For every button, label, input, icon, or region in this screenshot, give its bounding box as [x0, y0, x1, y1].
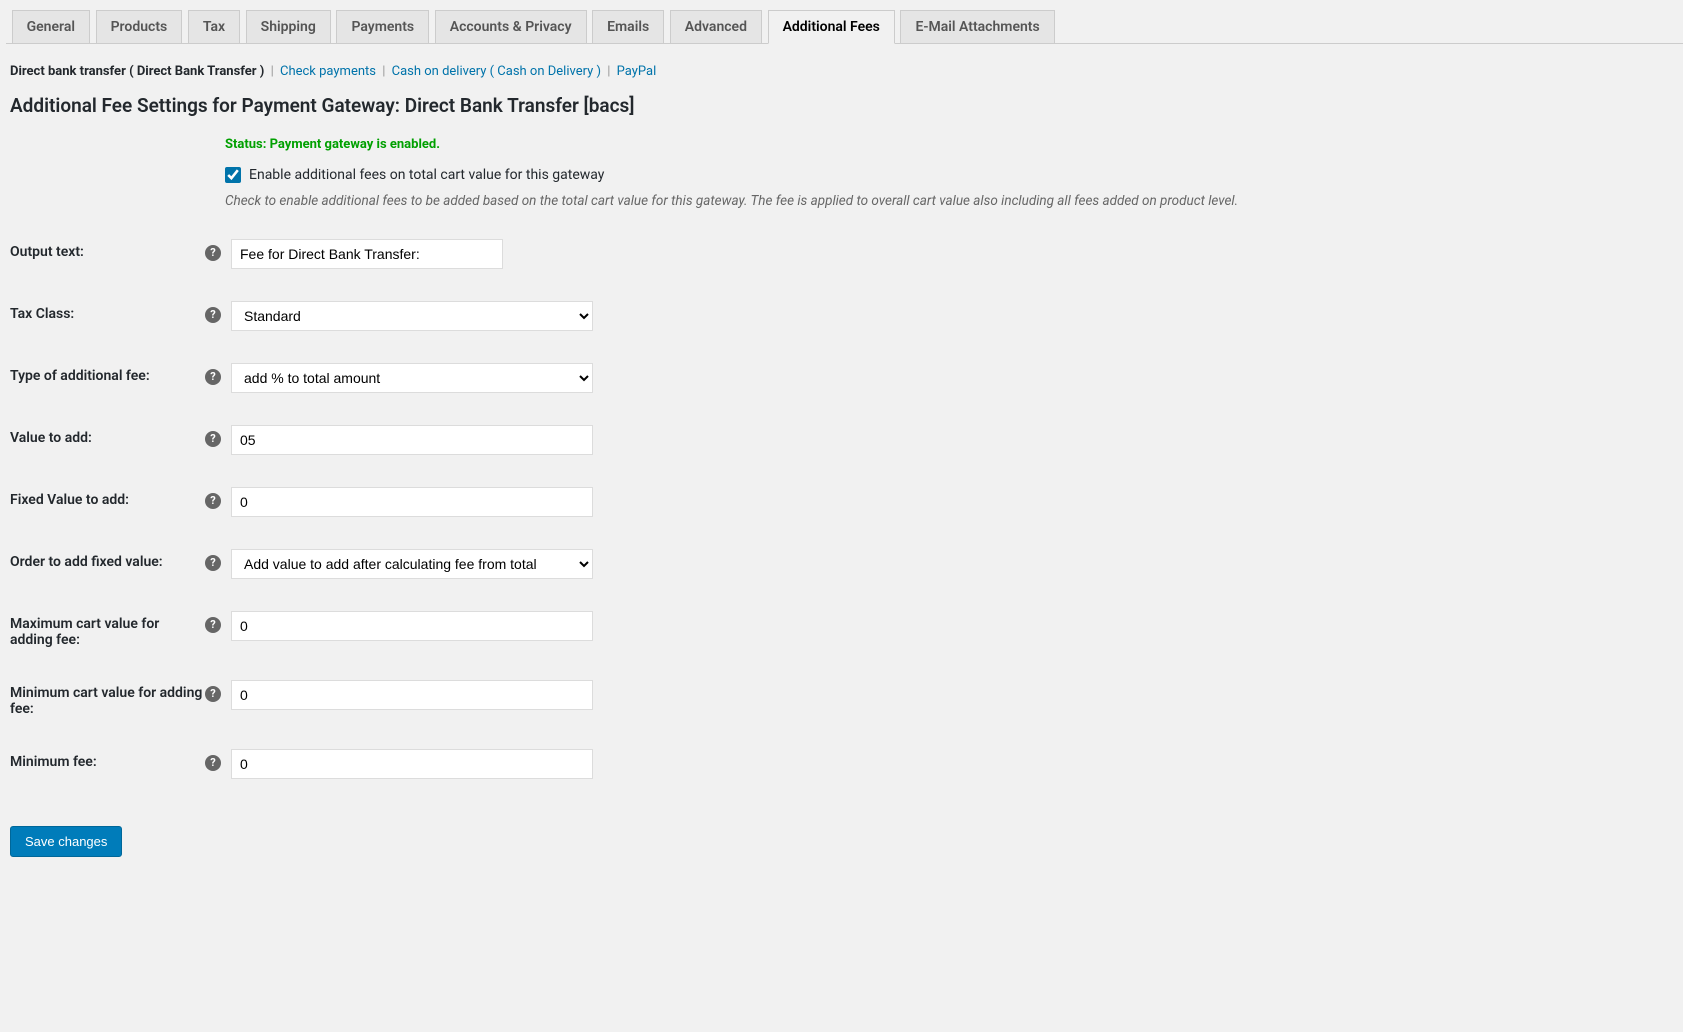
max-cart-input[interactable] [231, 611, 593, 641]
tab-general[interactable]: General [12, 10, 90, 44]
fee-type-select[interactable]: add % to total amount [231, 363, 593, 393]
tab-products[interactable]: Products [96, 10, 183, 44]
help-icon[interactable]: ? [205, 755, 221, 771]
help-icon[interactable]: ? [205, 307, 221, 323]
tab-tax[interactable]: Tax [188, 10, 240, 44]
value-add-input[interactable] [231, 425, 593, 455]
help-icon[interactable]: ? [205, 245, 221, 261]
description-text: Check to enable additional fees to be ad… [225, 193, 1673, 209]
tab-emails[interactable]: Emails [592, 10, 664, 44]
tab-additional-fees[interactable]: Additional Fees [768, 10, 895, 44]
tab-advanced[interactable]: Advanced [670, 10, 762, 44]
output-text-label: Output text: [10, 239, 205, 260]
tab-shipping[interactable]: Shipping [246, 10, 331, 44]
help-icon[interactable]: ? [205, 431, 221, 447]
subnav-paypal[interactable]: PayPal [617, 64, 657, 79]
gateway-subnav: Direct bank transfer ( Direct Bank Trans… [10, 64, 1673, 79]
status-text: Status: Payment gateway is enabled. [225, 137, 1673, 152]
help-icon[interactable]: ? [205, 686, 221, 702]
value-add-label: Value to add: [10, 425, 205, 446]
help-icon[interactable]: ? [205, 617, 221, 633]
help-icon[interactable]: ? [205, 555, 221, 571]
fixed-value-label: Fixed Value to add: [10, 487, 205, 508]
tab-accounts-privacy[interactable]: Accounts & Privacy [435, 10, 587, 44]
help-icon[interactable]: ? [205, 369, 221, 385]
order-fixed-select[interactable]: Add value to add after calculating fee f… [231, 549, 593, 579]
tax-class-label: Tax Class: [10, 301, 205, 322]
tabs-navigation: General Products Tax Shipping Payments A… [6, 0, 1683, 44]
tab-payments[interactable]: Payments [336, 10, 429, 44]
min-cart-label: Minimum cart value for adding fee: [10, 680, 205, 717]
min-cart-input[interactable] [231, 680, 593, 710]
page-title: Additional Fee Settings for Payment Gate… [10, 94, 1673, 117]
tax-class-select[interactable]: Standard [231, 301, 593, 331]
enable-fees-checkbox[interactable] [225, 167, 241, 183]
tab-email-attachments[interactable]: E-Mail Attachments [900, 10, 1054, 44]
save-button[interactable]: Save changes [10, 826, 122, 857]
max-cart-label: Maximum cart value for adding fee: [10, 611, 205, 648]
min-fee-input[interactable] [231, 749, 593, 779]
subnav-cod[interactable]: Cash on delivery ( Cash on Delivery ) [392, 64, 601, 79]
order-fixed-label: Order to add fixed value: [10, 549, 205, 570]
enable-fees-label: Enable additional fees on total cart val… [249, 167, 604, 183]
subnav-active: Direct bank transfer ( Direct Bank Trans… [10, 64, 264, 79]
min-fee-label: Minimum fee: [10, 749, 205, 770]
fee-type-label: Type of additional fee: [10, 363, 205, 384]
fixed-value-input[interactable] [231, 487, 593, 517]
help-icon[interactable]: ? [205, 493, 221, 509]
subnav-check-payments[interactable]: Check payments [280, 64, 376, 79]
output-text-input[interactable] [231, 239, 503, 269]
